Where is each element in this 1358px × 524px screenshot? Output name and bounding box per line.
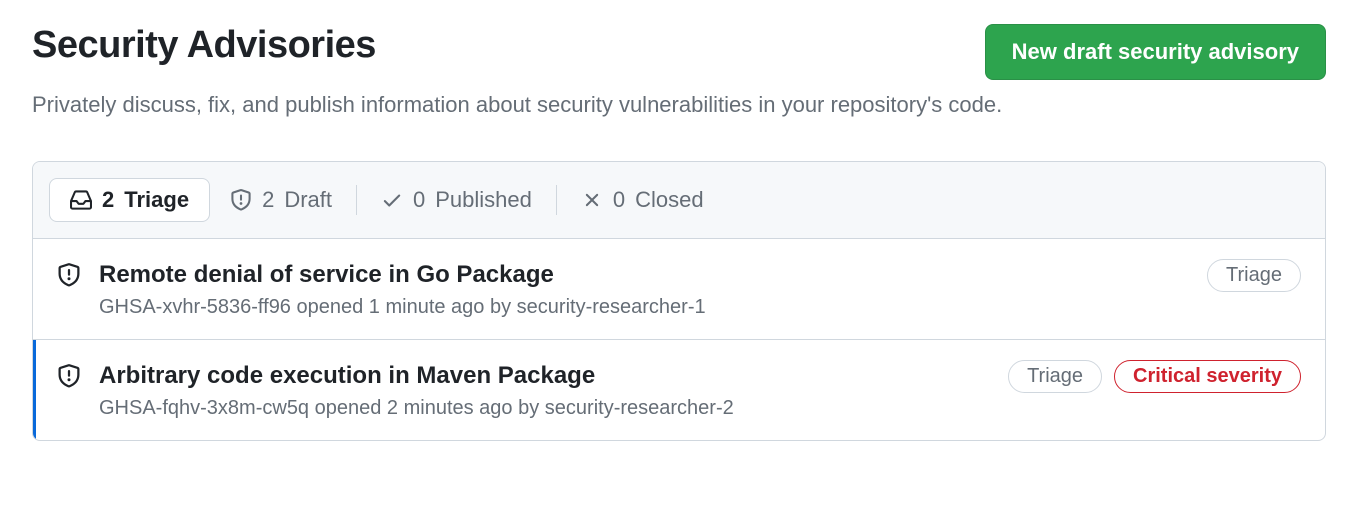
- filter-separator: [356, 185, 357, 215]
- status-badge: Triage: [1207, 259, 1301, 292]
- page-subtitle: Privately discuss, fix, and publish info…: [32, 88, 1326, 121]
- inbox-icon: [70, 189, 92, 211]
- filter-tab-closed[interactable]: 0 Closed: [561, 179, 724, 221]
- x-icon: [581, 189, 603, 211]
- advisory-row[interactable]: Arbitrary code execution in Maven Packag…: [33, 340, 1325, 440]
- filter-count: 2: [102, 187, 114, 213]
- advisory-badges: Triage Critical severity: [1008, 360, 1301, 393]
- filter-bar: 2 Triage 2 Draft 0 Published 0 Closed: [33, 162, 1325, 239]
- advisory-meta: GHSA-xvhr-5836-ff96 opened 1 minute ago …: [99, 296, 1189, 319]
- new-draft-advisory-button[interactable]: New draft security advisory: [985, 24, 1326, 80]
- check-icon: [381, 189, 403, 211]
- filter-label: Draft: [284, 187, 332, 213]
- filter-separator: [556, 185, 557, 215]
- advisory-title[interactable]: Arbitrary code execution in Maven Packag…: [99, 360, 990, 391]
- advisory-main: Remote denial of service in Go Package G…: [99, 259, 1189, 319]
- filter-tab-triage[interactable]: 2 Triage: [49, 178, 210, 222]
- filter-count: 2: [262, 187, 274, 213]
- filter-count: 0: [613, 187, 625, 213]
- page-title: Security Advisories: [32, 24, 376, 67]
- shield-alert-icon: [230, 189, 252, 211]
- filter-tab-published[interactable]: 0 Published: [361, 179, 552, 221]
- filter-label: Closed: [635, 187, 703, 213]
- filter-label: Triage: [124, 187, 189, 213]
- shield-alert-icon: [57, 364, 81, 388]
- filter-tab-draft[interactable]: 2 Draft: [210, 179, 352, 221]
- shield-alert-icon: [57, 263, 81, 287]
- filter-label: Published: [435, 187, 532, 213]
- filter-count: 0: [413, 187, 425, 213]
- advisory-meta: GHSA-fqhv-3x8m-cw5q opened 2 minutes ago…: [99, 397, 990, 420]
- advisory-badges: Triage: [1207, 259, 1301, 292]
- advisories-list: 2 Triage 2 Draft 0 Published 0 Closed: [32, 161, 1326, 441]
- advisory-row[interactable]: Remote denial of service in Go Package G…: [33, 239, 1325, 340]
- advisory-main: Arbitrary code execution in Maven Packag…: [99, 360, 990, 420]
- severity-badge: Critical severity: [1114, 360, 1301, 393]
- advisory-title[interactable]: Remote denial of service in Go Package: [99, 259, 1189, 290]
- status-badge: Triage: [1008, 360, 1102, 393]
